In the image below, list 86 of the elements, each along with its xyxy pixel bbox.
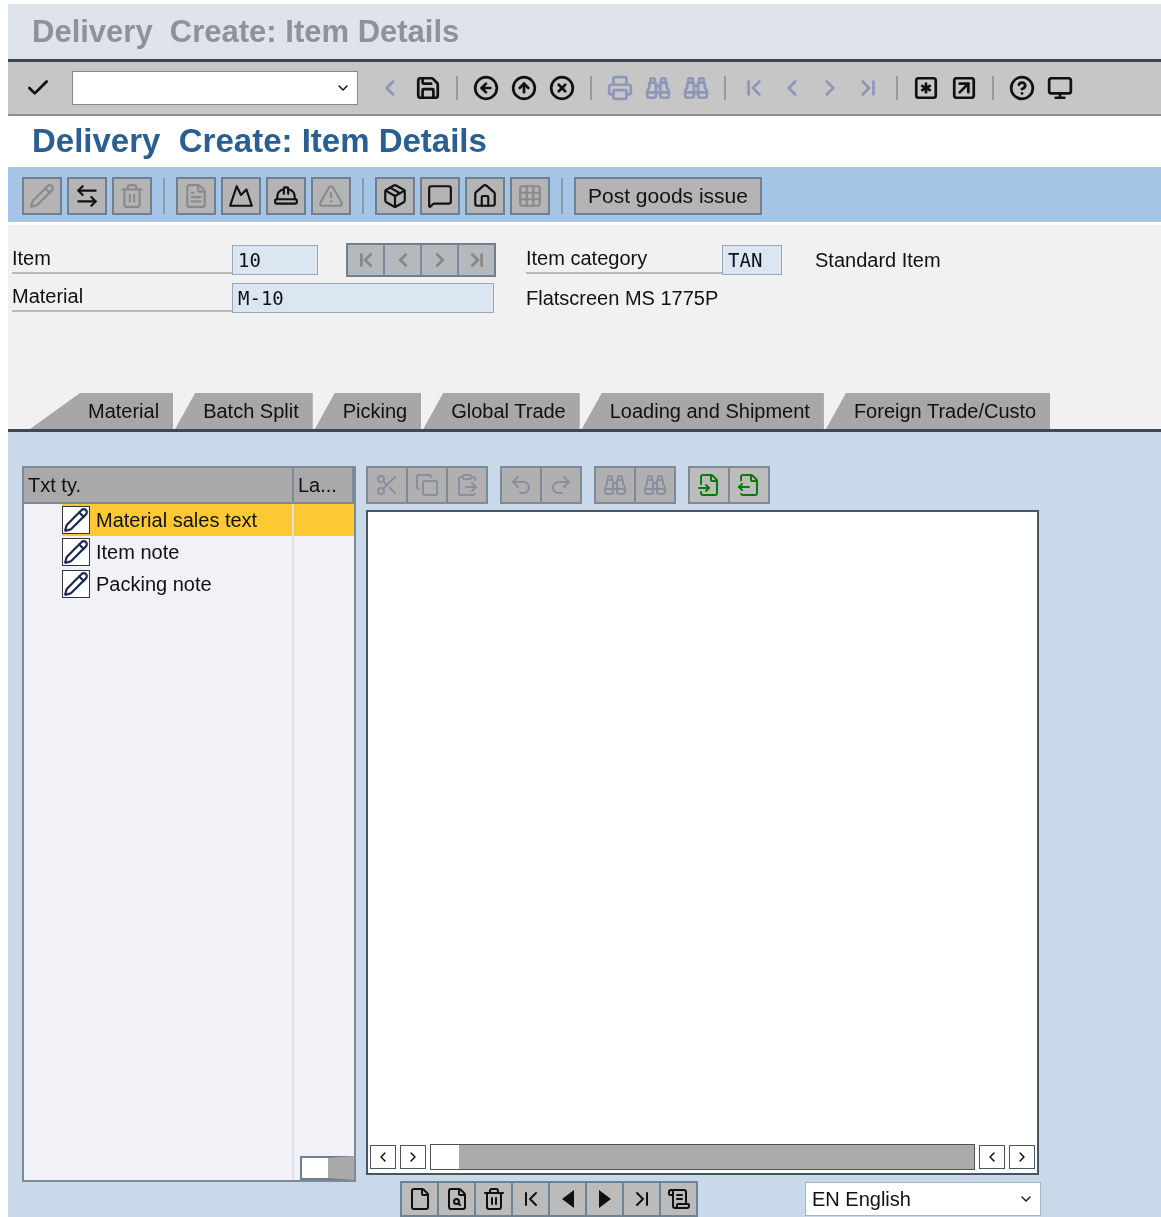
column-header[interactable]: La...	[294, 468, 354, 502]
nav-button[interactable]	[385, 245, 420, 276]
document-icon	[183, 182, 209, 209]
command-field[interactable]	[72, 70, 358, 105]
cancel-icon	[549, 74, 575, 101]
scrollbar[interactable]	[300, 1156, 354, 1180]
editor-nav-button[interactable]	[624, 1183, 659, 1215]
swap-icon	[74, 182, 100, 209]
copy-icon	[415, 473, 439, 497]
nav-button[interactable]	[348, 245, 383, 276]
previous-icon	[561, 1190, 574, 1208]
scroll-icon	[666, 1187, 691, 1211]
edit-text-icon	[62, 538, 90, 566]
grid-icon	[517, 182, 543, 209]
tab[interactable]: Loading and Shipment	[581, 393, 824, 429]
trash-icon	[119, 182, 145, 209]
paste-icon	[455, 473, 479, 497]
nav-button[interactable]	[459, 245, 494, 276]
nav-button[interactable]	[422, 245, 457, 276]
screen-title: Delivery Create: Item Details	[32, 122, 487, 161]
editor-nav-button[interactable]	[476, 1183, 511, 1215]
toolbar-button[interactable]	[465, 176, 505, 215]
post-goods-issue-button[interactable]: Post goods issue	[574, 176, 762, 215]
editor-nav-button[interactable]	[587, 1183, 622, 1215]
print-icon	[607, 74, 633, 101]
scroll-left-button[interactable]	[370, 1145, 396, 1169]
exit-icon	[511, 74, 537, 101]
house-icon	[472, 182, 498, 209]
edit-text-icon	[62, 570, 90, 598]
text-type-name: Packing note	[96, 572, 212, 596]
text-type-row[interactable]: Item note	[24, 536, 354, 568]
text-type-name: Item note	[96, 540, 180, 564]
toolbar-button[interactable]	[420, 176, 460, 215]
material-field[interactable]: M-10	[232, 283, 494, 314]
next-icon	[598, 1190, 611, 1208]
editor-button[interactable]	[690, 468, 728, 502]
scroll-track[interactable]	[430, 1144, 975, 1170]
editor-nav-button[interactable]	[402, 1183, 437, 1215]
toolbar-button[interactable]	[266, 176, 306, 215]
tab[interactable]: Global Trade	[423, 393, 580, 429]
toolbar-button[interactable]	[67, 176, 107, 215]
trash-icon	[481, 1187, 506, 1211]
item-category-description: Standard Item	[815, 248, 941, 272]
import-icon	[697, 473, 721, 497]
item-field[interactable]: 10	[232, 245, 318, 276]
editor-nav-button[interactable]	[550, 1183, 585, 1215]
text-type-name: Material sales text	[96, 508, 258, 532]
scissors-icon	[375, 473, 399, 497]
scroll-left-button[interactable]	[979, 1145, 1005, 1169]
find-icon	[645, 74, 671, 101]
language-dropdown[interactable]: EN English	[805, 1182, 1041, 1216]
toolbar-button[interactable]	[221, 176, 261, 215]
shortcut-icon	[951, 74, 977, 101]
text-type-row[interactable]: Packing note	[24, 568, 354, 600]
editor-nav-button[interactable]	[661, 1183, 696, 1215]
redo-icon	[549, 473, 573, 497]
undo-icon	[509, 473, 533, 497]
scroll-right-button[interactable]	[1009, 1145, 1035, 1169]
tab[interactable]: Batch Split	[175, 393, 313, 429]
tab[interactable]: Material	[30, 393, 174, 429]
material-description: Flatscreen MS 1775P	[526, 286, 719, 310]
editor-nav-button[interactable]	[513, 1183, 548, 1215]
binoculars-plus-icon	[643, 473, 667, 497]
layout-icon	[1047, 74, 1073, 101]
tab[interactable]: Picking	[314, 393, 422, 429]
edit-text-icon	[62, 506, 90, 534]
scroll-right-button[interactable]	[400, 1145, 426, 1169]
binoculars-icon	[603, 473, 627, 497]
warning-icon	[318, 182, 344, 209]
pencil-icon	[29, 182, 55, 209]
editor-button[interactable]	[730, 468, 768, 502]
column-header[interactable]: Txt ty.	[24, 468, 294, 502]
help-icon	[1009, 74, 1035, 101]
mountain-icon	[228, 182, 254, 209]
new-session-icon	[913, 74, 939, 101]
back-icon	[473, 74, 499, 101]
package-icon	[382, 182, 408, 209]
save-icon	[415, 74, 441, 101]
export-icon	[737, 473, 761, 497]
find-next-icon	[683, 74, 709, 101]
toolbar-button[interactable]	[375, 176, 415, 215]
item-category-field[interactable]: TAN	[722, 245, 782, 276]
scroll-thumb[interactable]	[431, 1145, 459, 1169]
editor-nav-button[interactable]	[439, 1183, 474, 1215]
tab[interactable]: Foreign Trade/Custo	[825, 393, 1051, 429]
window-title: Delivery Create: Item Details	[32, 13, 460, 50]
